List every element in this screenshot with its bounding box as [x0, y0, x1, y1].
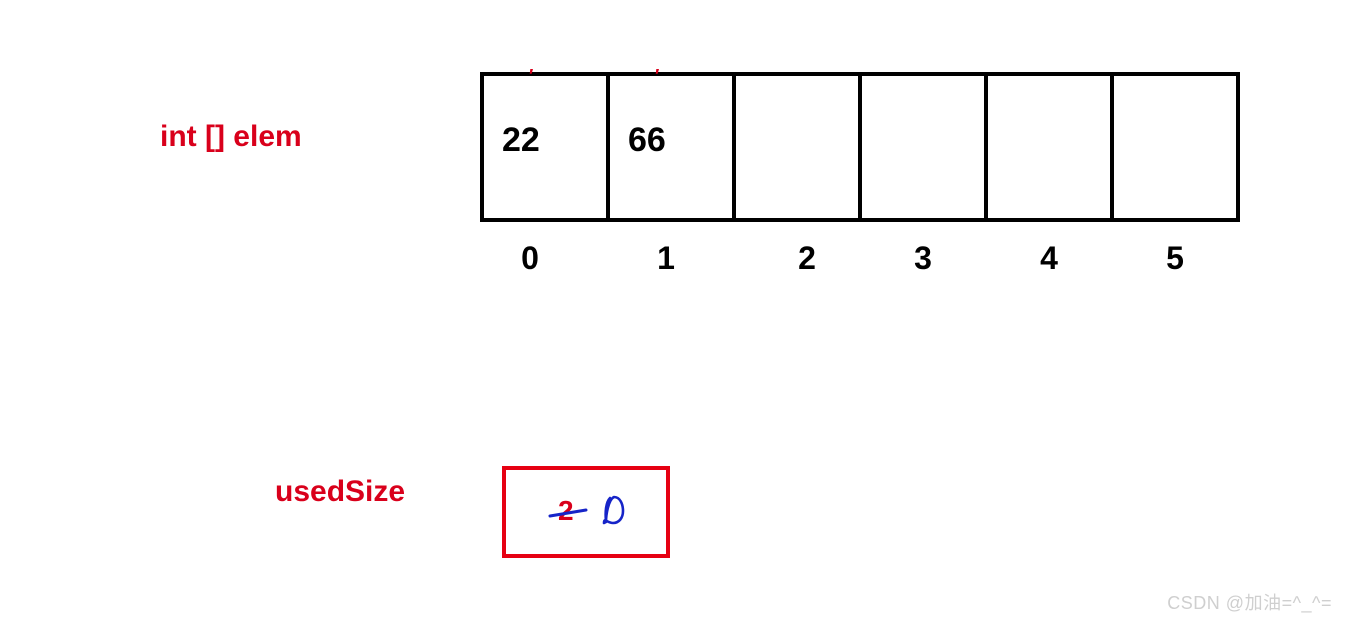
- array-index-2: 2: [732, 240, 862, 277]
- array-cell-3: [858, 72, 988, 222]
- array-index-1: 1: [606, 240, 736, 277]
- label-int-elem: int [] elem: [160, 120, 302, 154]
- cell-value: 66: [628, 121, 666, 159]
- label-usedsize: usedSize: [275, 475, 405, 509]
- array-cell-1: ′ 66: [606, 72, 736, 222]
- cell-value: 22: [502, 121, 540, 159]
- array-row: ′ 22 ′ 66: [480, 72, 1240, 222]
- usedsize-new-value-icon: [600, 494, 628, 526]
- array-index-3: 3: [858, 240, 988, 277]
- array-cell-4: [984, 72, 1114, 222]
- array-index-5: 5: [1110, 240, 1240, 277]
- array-container: ′ 22 ′ 66 0 1 2 3 4 5: [480, 72, 1240, 277]
- array-cell-5: [1110, 72, 1240, 222]
- watermark-text: CSDN @加油=^_^=: [1167, 589, 1332, 615]
- array-index-4: 4: [984, 240, 1114, 277]
- index-row: 0 1 2 3 4 5: [480, 240, 1240, 277]
- strikethrough-icon: [548, 508, 588, 518]
- array-index-0: 0: [480, 240, 610, 277]
- array-cell-2: [732, 72, 862, 222]
- tick-mark-icon: ′: [529, 66, 537, 74]
- tick-mark-icon: ′: [655, 66, 663, 74]
- array-cell-0: ′ 22: [480, 72, 610, 222]
